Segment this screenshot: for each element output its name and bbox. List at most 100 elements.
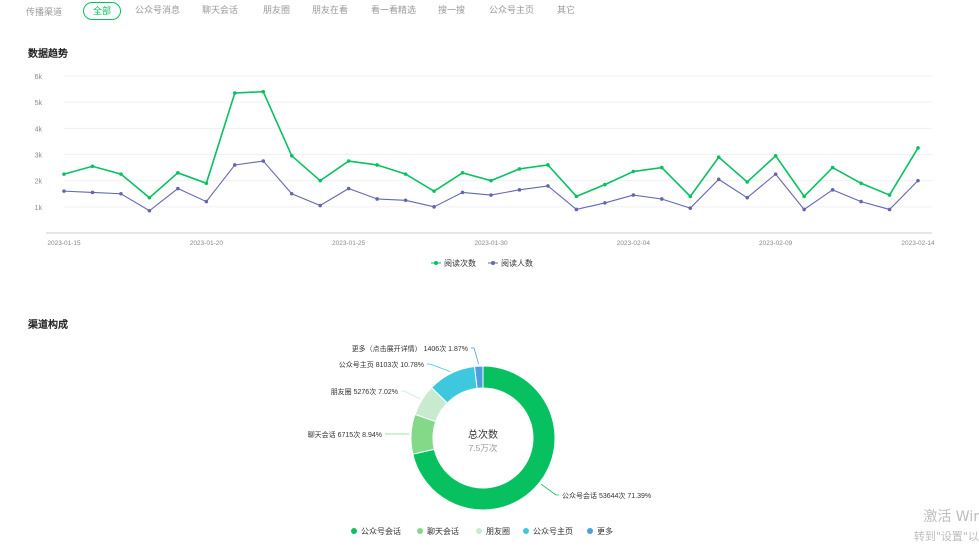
data-point[interactable]	[859, 199, 863, 204]
data-point[interactable]	[745, 195, 749, 200]
data-point[interactable]	[233, 163, 237, 167]
slice-leader-line	[401, 390, 421, 400]
read-trend-line-chart: 1k 2k 3k 4k 5k 6k 2023-01-15 2023-01-20 2023-01…	[35, 74, 935, 268]
data-point[interactable]	[688, 194, 693, 199]
data-point[interactable]	[830, 165, 835, 170]
legend-marker[interactable]	[434, 261, 438, 265]
data-point[interactable]	[574, 194, 579, 199]
tab-top-stories[interactable]: 看一看精选	[371, 2, 416, 18]
legend-label[interactable]: 聊天会话	[427, 526, 459, 536]
legend-label[interactable]: 朋友圈	[486, 526, 510, 536]
legend-marker[interactable]	[491, 261, 495, 265]
data-point[interactable]	[546, 184, 550, 188]
data-point[interactable]	[830, 188, 835, 192]
data-point[interactable]	[574, 207, 579, 212]
data-point[interactable]	[90, 164, 95, 169]
data-point[interactable]	[403, 172, 408, 176]
data-point[interactable]	[660, 197, 664, 201]
data-point[interactable]	[289, 191, 294, 196]
data-point[interactable]	[517, 188, 522, 192]
data-point[interactable]	[773, 172, 778, 176]
data-point[interactable]	[460, 190, 465, 195]
tab-all[interactable]: 全部	[83, 2, 122, 20]
data-point[interactable]	[460, 171, 465, 175]
data-point[interactable]	[631, 193, 636, 197]
data-point[interactable]	[204, 199, 209, 204]
legend-label[interactable]: 阅读人数	[501, 258, 533, 268]
data-point[interactable]	[176, 186, 180, 191]
data-point[interactable]	[346, 159, 351, 163]
data-point[interactable]	[261, 89, 266, 94]
data-point[interactable]	[716, 155, 721, 159]
data-point[interactable]	[887, 193, 892, 197]
data-point[interactable]	[916, 178, 920, 183]
data-point[interactable]	[603, 201, 607, 205]
tab-search[interactable]: 搜一搜	[438, 2, 465, 18]
data-point[interactable]	[432, 205, 436, 209]
data-point[interactable]	[887, 207, 892, 212]
tab-account-homepage[interactable]: 公众号主页	[489, 2, 534, 18]
data-point[interactable]	[90, 190, 95, 195]
data-point[interactable]	[62, 172, 66, 176]
data-point[interactable]	[489, 178, 493, 183]
trend-section-title: 数据趋势	[28, 49, 68, 60]
data-point[interactable]	[916, 146, 920, 150]
tab-friends-watching[interactable]: 朋友在看	[312, 2, 348, 18]
data-point[interactable]	[261, 159, 266, 163]
legend-marker[interactable]	[417, 528, 423, 534]
legend-marker[interactable]	[476, 528, 482, 534]
tab-chat-sessions[interactable]: 聊天会话	[202, 2, 238, 18]
y-tick-label: 3k	[35, 153, 43, 160]
y-tick-label: 6k	[35, 74, 43, 81]
tab-moments[interactable]: 朋友圈	[263, 2, 290, 18]
series-line	[63, 160, 919, 212]
legend-label[interactable]: 公众号主页	[533, 526, 573, 536]
data-point[interactable]	[802, 207, 806, 212]
data-point[interactable]	[147, 195, 152, 200]
legend-marker[interactable]	[351, 528, 357, 534]
legend-marker[interactable]	[587, 528, 593, 534]
y-tick-label: 2k	[35, 179, 43, 186]
data-point[interactable]	[660, 165, 664, 170]
legend-label[interactable]: 阅读次数	[444, 258, 476, 268]
data-point[interactable]	[62, 189, 66, 193]
data-point[interactable]	[375, 163, 379, 167]
channel-filter-label: 传播渠道	[26, 7, 63, 17]
data-point[interactable]	[119, 191, 123, 196]
legend-marker[interactable]	[523, 528, 529, 534]
data-point[interactable]	[233, 91, 237, 95]
data-point[interactable]	[688, 206, 693, 210]
data-point[interactable]	[119, 172, 123, 176]
tab-official-account-messages[interactable]: 公众号消息	[135, 2, 180, 18]
y-tick-label: 4k	[35, 126, 43, 133]
legend-label[interactable]: 公众号会话	[361, 526, 401, 536]
data-point[interactable]	[603, 182, 607, 187]
donut-center-title: 总次数	[468, 428, 498, 441]
data-point[interactable]	[204, 181, 209, 186]
data-point[interactable]	[375, 197, 379, 201]
data-point[interactable]	[403, 198, 408, 203]
data-point[interactable]	[631, 169, 636, 174]
slice-leader-line	[427, 363, 451, 372]
data-point[interactable]	[147, 208, 152, 213]
slice-leader-line	[540, 483, 559, 496]
data-point[interactable]	[432, 189, 436, 193]
tab-other[interactable]: 其它	[557, 2, 575, 18]
data-point[interactable]	[859, 181, 863, 186]
data-point[interactable]	[773, 154, 778, 158]
data-point[interactable]	[346, 186, 351, 191]
data-point[interactable]	[745, 180, 749, 184]
legend-label[interactable]: 更多	[597, 526, 613, 536]
data-point[interactable]	[489, 193, 493, 197]
data-point[interactable]	[289, 154, 294, 158]
data-point[interactable]	[318, 178, 323, 183]
watermark-line-2: 转到"设置"以	[913, 530, 979, 543]
data-point[interactable]	[318, 203, 323, 208]
data-point[interactable]	[176, 171, 180, 175]
data-point[interactable]	[517, 167, 522, 171]
x-tick-label: 2023-01-20	[190, 240, 224, 247]
x-tick-label: 2023-01-15	[47, 240, 81, 247]
data-point[interactable]	[716, 177, 721, 182]
data-point[interactable]	[802, 194, 806, 199]
data-point[interactable]	[546, 163, 550, 167]
